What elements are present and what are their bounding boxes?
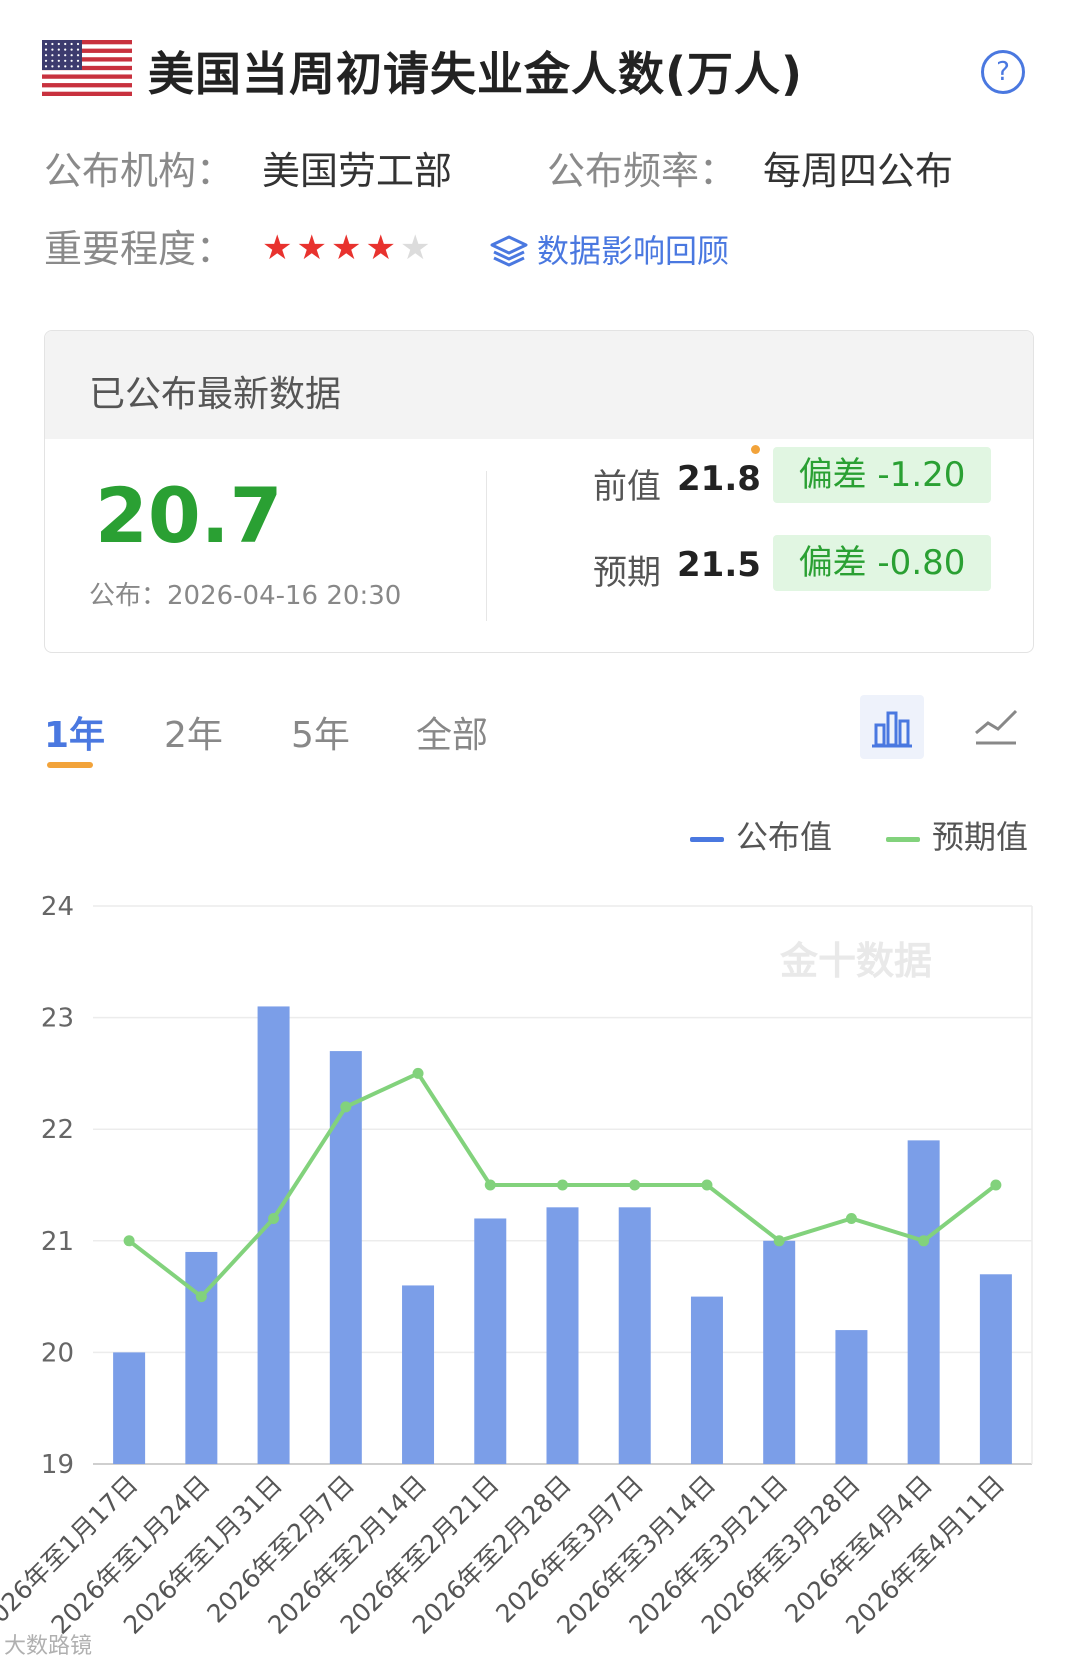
- previous-value: 21.8: [677, 459, 761, 499]
- star-filled-icon: ★: [296, 228, 327, 268]
- publish-time: 公布：2026-04-16 20:30: [89, 581, 402, 611]
- forecast-point[interactable]: [268, 1212, 280, 1224]
- actual-value: 20.7: [95, 471, 283, 560]
- forecast-point[interactable]: [918, 1235, 930, 1247]
- line-chart-toggle[interactable]: [972, 703, 1020, 751]
- forecast-point[interactable]: [340, 1101, 352, 1113]
- y-tick-label: 22: [41, 1115, 74, 1145]
- card-header: 已公布最新数据: [45, 331, 1033, 439]
- forecast-point[interactable]: [195, 1291, 207, 1303]
- importance-stars: ★ ★ ★ ★ ★: [262, 228, 434, 268]
- bar-actual[interactable]: [618, 1207, 651, 1464]
- star-filled-icon: ★: [365, 228, 396, 268]
- y-tick-label: 21: [41, 1227, 74, 1257]
- previous-deviation: 偏差 -1.20: [773, 447, 991, 503]
- bar-actual[interactable]: [546, 1207, 579, 1464]
- y-tick-label: 24: [41, 892, 74, 922]
- frequency-value: 每周四公布: [763, 149, 954, 193]
- tab-5-year[interactable]: 5年: [291, 706, 350, 758]
- y-tick-label: 23: [41, 1004, 74, 1034]
- importance-label: 重要程度：: [44, 227, 235, 271]
- forecast-point[interactable]: [557, 1179, 568, 1191]
- forecast-deviation: 偏差 -0.80: [773, 535, 991, 591]
- forecast-point[interactable]: [629, 1179, 641, 1191]
- forecast-point[interactable]: [990, 1179, 1002, 1191]
- forecast-point[interactable]: [484, 1179, 496, 1191]
- revision-dot: [751, 445, 760, 454]
- star-empty-icon: ★: [399, 228, 431, 268]
- layers-icon: [490, 235, 528, 267]
- publisher-label: 公布机构：: [44, 149, 235, 193]
- star-filled-icon: ★: [262, 228, 293, 268]
- frequency-label: 公布频率：: [547, 149, 738, 193]
- forecast-point[interactable]: [412, 1067, 424, 1079]
- claims-chart: 1920212223242026年至1月17日2026年至1月24日2026年至…: [0, 892, 1033, 1640]
- legend-forecast-swatch: [886, 836, 920, 842]
- bar-actual[interactable]: [979, 1274, 1012, 1464]
- tab-1-year[interactable]: 1年: [44, 706, 105, 758]
- y-tick-label: 19: [41, 1450, 74, 1480]
- publisher-value: 美国劳工部: [262, 149, 453, 193]
- legend-actual-swatch: [690, 836, 724, 842]
- bar-actual[interactable]: [257, 1006, 290, 1464]
- page-title: 美国当周初请失业金人数(万人): [148, 47, 804, 101]
- star-filled-icon: ★: [330, 228, 362, 268]
- active-tab-underline: [47, 762, 93, 768]
- bar-actual[interactable]: [113, 1352, 146, 1464]
- legend-forecast[interactable]: 预期值: [886, 812, 1028, 858]
- review-link-label: 数据影响回顾: [537, 232, 730, 270]
- bar-chart-icon: [872, 711, 912, 748]
- footer-watermark: 大数路镜: [4, 1634, 93, 1659]
- bar-actual[interactable]: [402, 1285, 435, 1464]
- forecast-point[interactable]: [773, 1235, 785, 1247]
- y-tick-label: 20: [41, 1338, 74, 1368]
- forecast-point[interactable]: [701, 1179, 713, 1191]
- forecast-label: 预期: [593, 553, 661, 593]
- legend-actual-label: 公布值: [736, 818, 833, 856]
- tab-all[interactable]: 全部: [416, 706, 488, 758]
- latest-data-card: 已公布最新数据 20.7 公布：2026-04-16 20:30 前值 21.8…: [44, 330, 1034, 653]
- bar-actual[interactable]: [690, 1296, 723, 1464]
- forecast-point[interactable]: [123, 1235, 135, 1247]
- bar-actual[interactable]: [907, 1140, 940, 1464]
- us-flag-icon: [42, 40, 132, 96]
- card-divider: [486, 471, 487, 621]
- bar-actual[interactable]: [835, 1330, 868, 1464]
- legend-forecast-label: 预期值: [932, 818, 1029, 856]
- bar-chart-toggle[interactable]: [860, 695, 924, 759]
- bar-actual[interactable]: [329, 1051, 362, 1464]
- data-impact-review-link[interactable]: 数据影响回顾: [489, 226, 729, 272]
- legend-actual[interactable]: 公布值: [690, 812, 832, 858]
- help-icon[interactable]: ?: [981, 50, 1025, 94]
- bar-actual[interactable]: [474, 1218, 507, 1464]
- forecast-point[interactable]: [845, 1212, 857, 1224]
- forecast-value: 21.5: [677, 545, 761, 585]
- tab-2-year[interactable]: 2年: [164, 706, 223, 758]
- card-header-text: 已公布最新数据: [89, 374, 342, 415]
- previous-label: 前值: [593, 467, 661, 507]
- bar-actual[interactable]: [763, 1240, 796, 1464]
- line-chart-icon: [975, 709, 1018, 745]
